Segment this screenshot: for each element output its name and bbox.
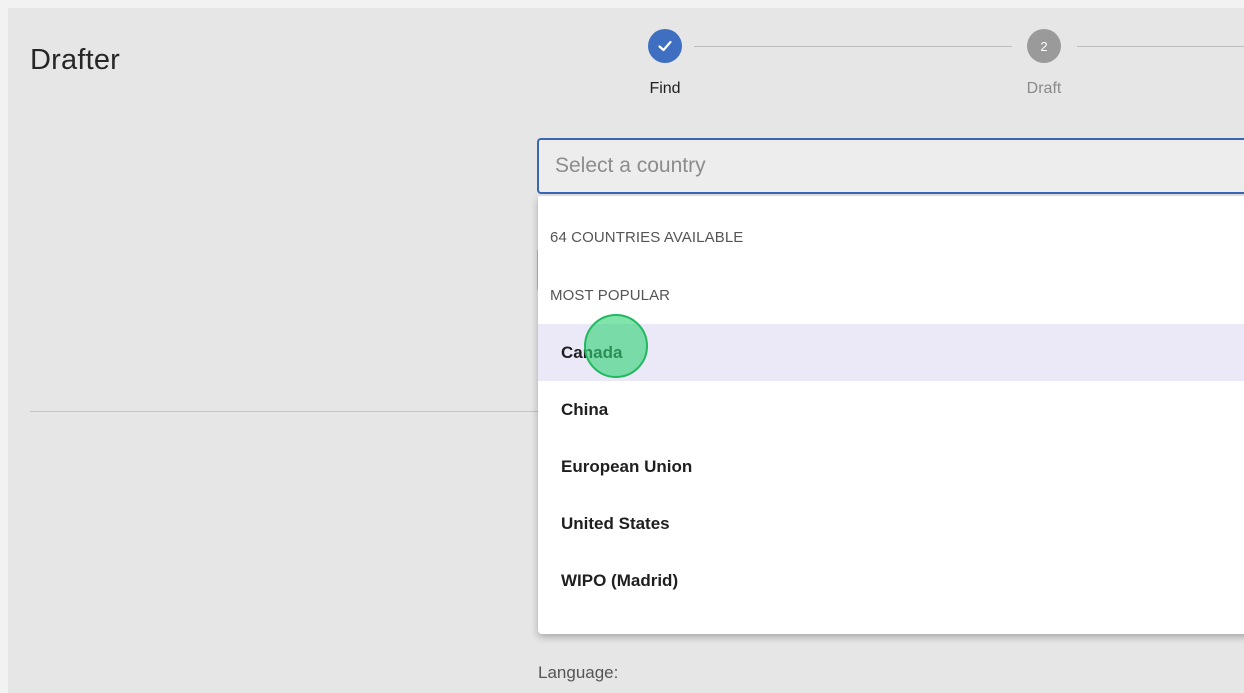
app-title: Drafter [30,44,121,76]
most-popular-header: MOST POPULAR [550,287,671,304]
app-window: Drafter 2 Find Draft Language: 64 COUNTR… [0,0,1244,693]
country-option-label: WIPO (Madrid) [561,570,679,590]
country-option-canada[interactable]: Canada [538,324,1244,381]
step-label-draft[interactable]: Draft [1004,80,1084,98]
step-connector [1077,46,1244,47]
step-draft-number[interactable]: 2 [1027,29,1061,63]
country-option-label: European Union [561,456,693,476]
country-search-input[interactable] [537,138,1244,194]
step-connector [694,46,1012,47]
step-find-complete-icon[interactable] [648,29,682,63]
country-option-label: China [561,399,609,419]
language-label: Language: [538,663,619,682]
countries-count-header: 64 COUNTRIES AVAILABLE [550,229,744,246]
country-option-china[interactable]: China [538,381,1244,438]
country-option-european-union[interactable]: European Union [538,438,1244,495]
country-dropdown: 64 COUNTRIES AVAILABLE MOST POPULAR Cana… [538,196,1244,634]
country-option-label: United States [561,513,670,533]
country-option-united-states[interactable]: United States [538,495,1244,552]
step-label-find[interactable]: Find [625,80,705,98]
divider [30,411,538,412]
country-option-label: Canada [561,342,623,362]
country-option-wipo-madrid[interactable]: WIPO (Madrid) [538,552,1244,609]
check-icon [658,40,672,52]
left-edge [0,0,8,693]
step-draft-number-text: 2 [1040,38,1048,54]
top-strip [0,0,1244,8]
